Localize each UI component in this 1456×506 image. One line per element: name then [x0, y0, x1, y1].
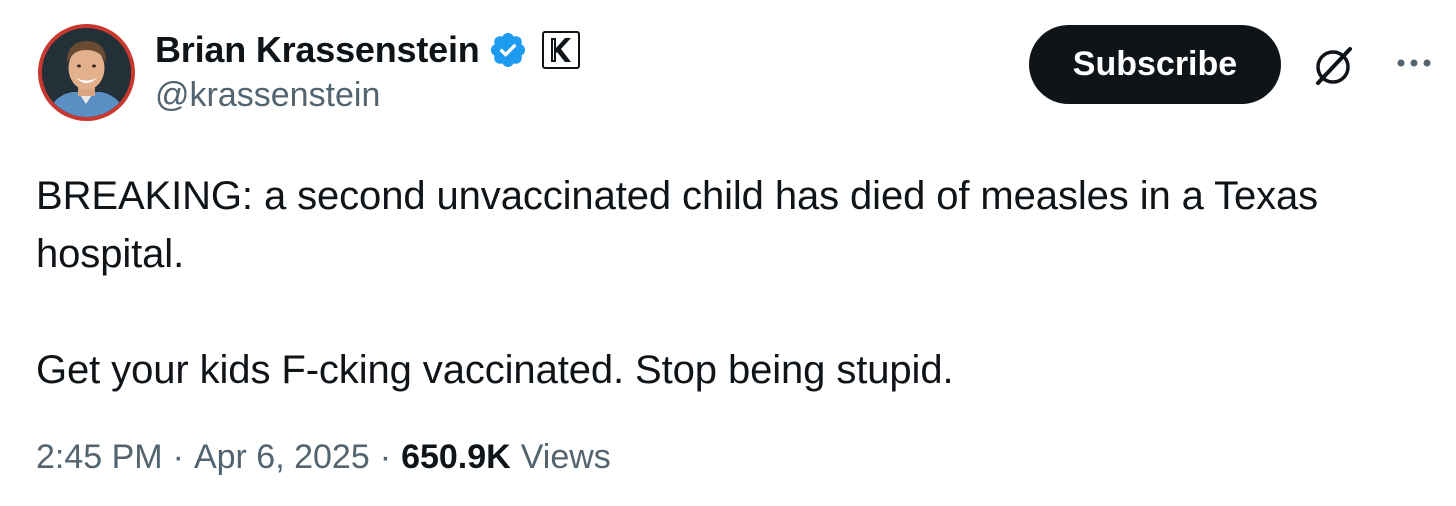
tweet-date[interactable]: Apr 6, 2025 [194, 438, 370, 477]
tweet-card: Brian Krassenstein @krassenstein Subscri… [0, 0, 1456, 506]
views-count[interactable]: 650.9K [401, 438, 511, 477]
tweet-time[interactable]: 2:45 PM [36, 438, 163, 477]
tweet-text: BREAKING: a second unvaccinated child ha… [36, 167, 1426, 399]
more-horizontal-icon[interactable] [1394, 48, 1434, 78]
grok-icon[interactable] [1310, 42, 1358, 90]
display-name[interactable]: Brian Krassenstein [155, 29, 480, 71]
author-handle[interactable]: @krassenstein [155, 76, 380, 115]
meta-separator: · [379, 438, 392, 476]
tweet-meta: 2:45 PM · Apr 6, 2025 · 650.9K Views [36, 438, 611, 477]
views-label: Views [520, 438, 611, 476]
avatar[interactable] [38, 24, 135, 121]
tweet-paragraph: BREAKING: a second unvaccinated child ha… [36, 174, 1319, 276]
author-name-row: Brian Krassenstein [155, 28, 580, 72]
avatar-photo [42, 28, 131, 117]
affiliate-badge-icon[interactable] [541, 31, 580, 69]
tweet-paragraph: Get your kids F-cking vaccinated. Stop b… [36, 348, 954, 392]
verified-badge-icon [488, 30, 528, 70]
subscribe-button[interactable]: Subscribe [1029, 25, 1281, 104]
meta-separator: · [172, 438, 184, 476]
